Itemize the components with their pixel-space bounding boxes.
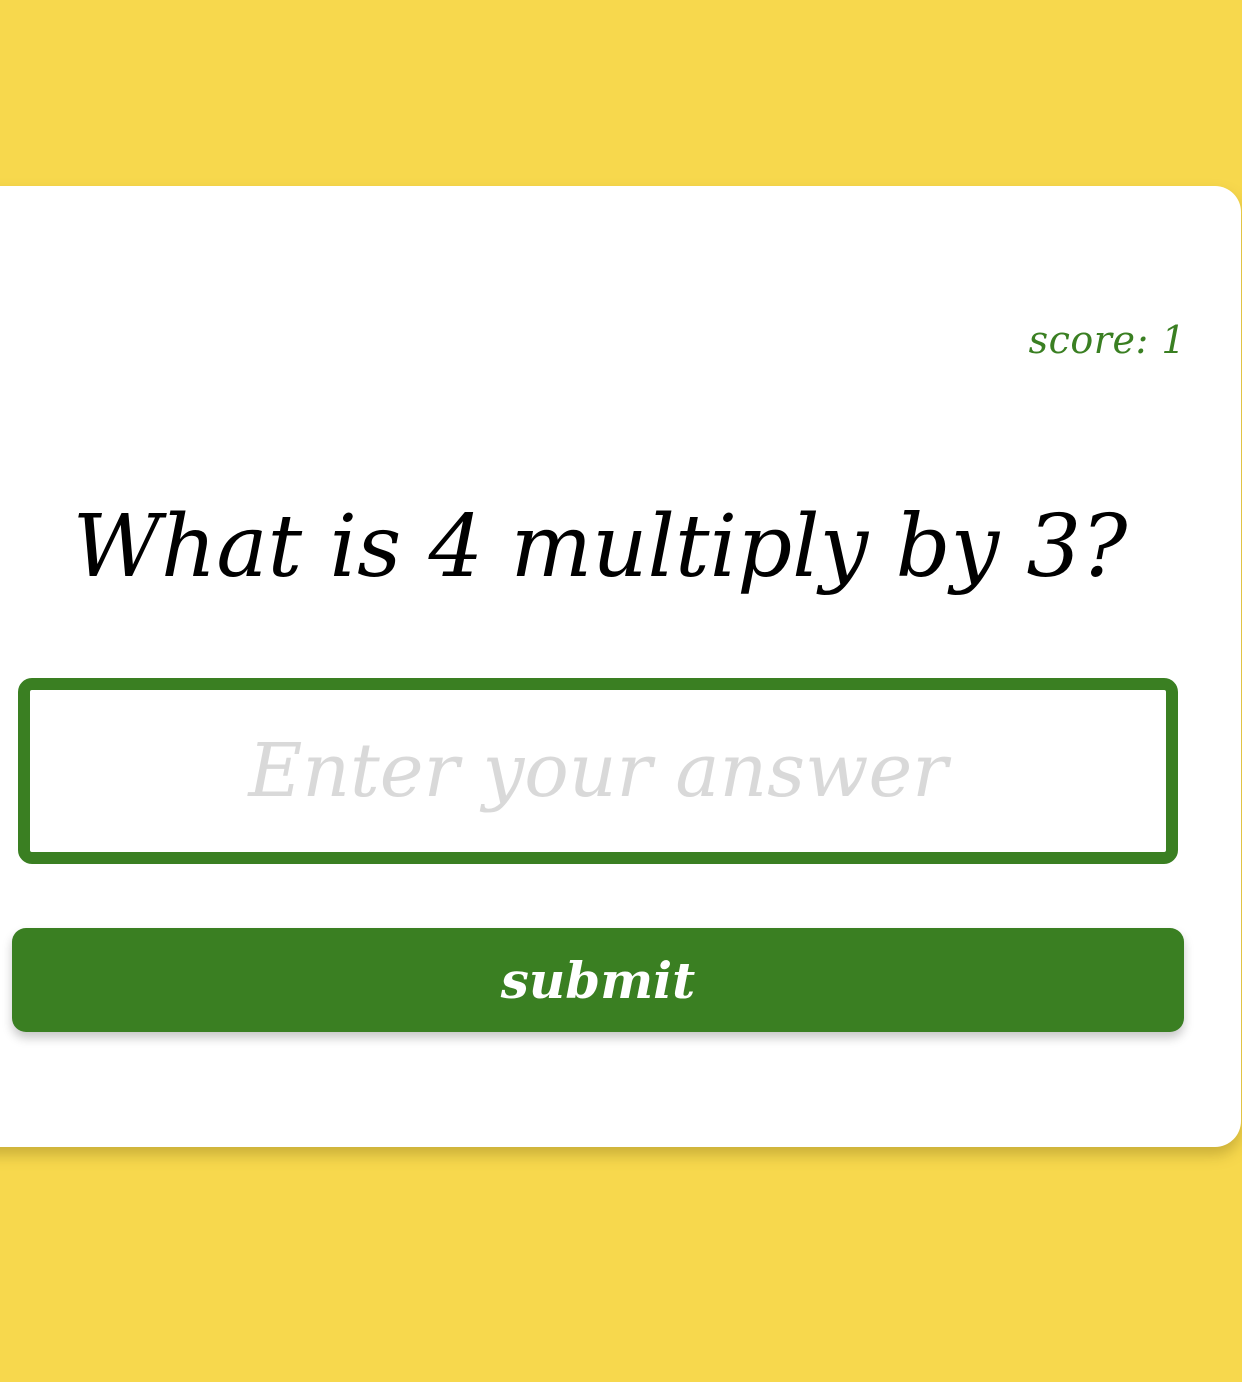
answer-field-container: [18, 678, 1178, 864]
answer-input[interactable]: [30, 690, 1166, 852]
submit-button[interactable]: submit: [12, 928, 1184, 1032]
score-display: score: 1: [1028, 318, 1186, 362]
question-text: What is 4 multiply by 3?: [72, 497, 1128, 597]
